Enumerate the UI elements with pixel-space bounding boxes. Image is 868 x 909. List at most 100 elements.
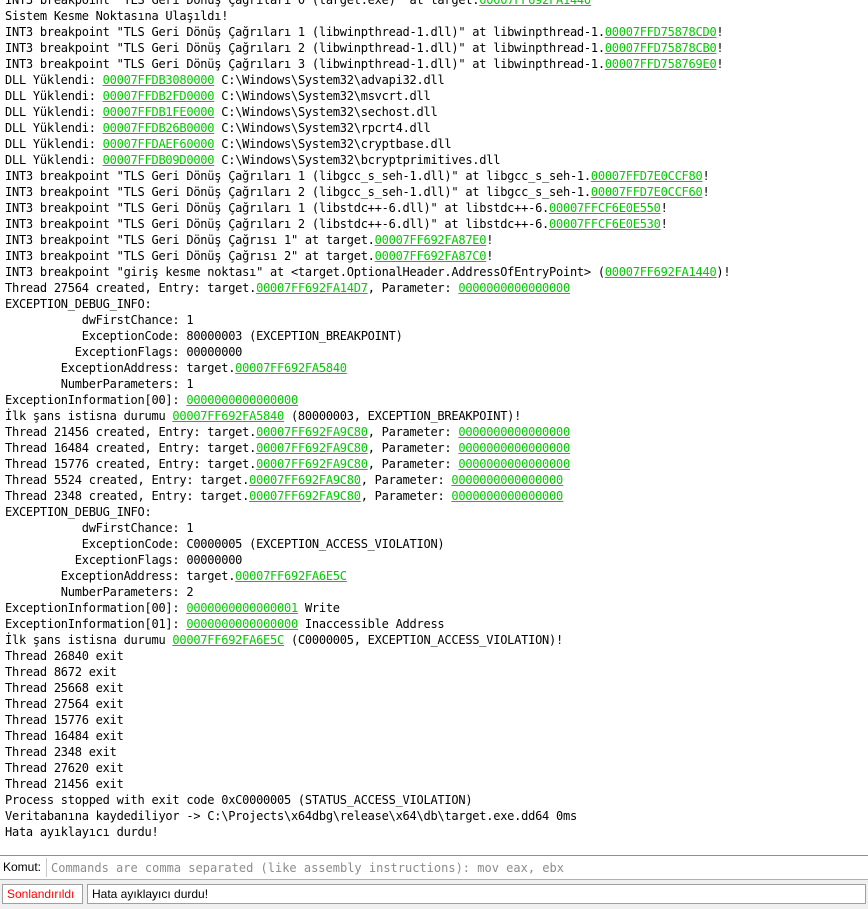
- log-line: DLL Yüklendi: 00007FFDB26B0000 C:\Window…: [0, 120, 868, 136]
- log-line: Process stopped with exit code 0xC000000…: [0, 792, 868, 808]
- log-text: !: [702, 185, 710, 199]
- log-text: ExceptionAddress: target.: [5, 361, 236, 375]
- log-text: , Parameter:: [360, 473, 452, 487]
- log-line: Thread 2348 created, Entry: target.00007…: [0, 488, 868, 504]
- address-link[interactable]: 00007FFD7E0CCF80: [591, 169, 703, 183]
- log-text: Thread 25668 exit: [5, 681, 124, 695]
- log-text: )!: [716, 265, 731, 279]
- address-link[interactable]: 0000000000000000: [458, 425, 570, 439]
- log-text: Hata ayıklayıcı durdu!: [5, 825, 159, 839]
- log-text: ExceptionFlags: 00000000: [5, 345, 243, 359]
- address-link[interactable]: 00007FF692FA5840: [235, 361, 347, 375]
- address-link[interactable]: 00007FFDAEF60000: [103, 137, 215, 151]
- log-text: C:\Windows\System32\rpcrt4.dll: [214, 121, 431, 135]
- log-text: INT3 breakpoint "TLS Geri Dönüş Çağrılar…: [5, 57, 605, 71]
- address-link[interactable]: 00007FFCF6E0E530: [549, 217, 661, 231]
- log-line: Thread 27564 created, Entry: target.0000…: [0, 280, 868, 296]
- address-link[interactable]: 00007FF692FA5840: [172, 409, 284, 423]
- log-line: İlk şans istisna durumu 00007FF692FA6E5C…: [0, 632, 868, 648]
- log-text: Thread 15776 created, Entry: target.: [5, 457, 257, 471]
- address-link[interactable]: 00007FFDB26B0000: [103, 121, 215, 135]
- address-link[interactable]: 00007FFD75878CD0: [605, 25, 717, 39]
- address-link[interactable]: 0000000000000000: [186, 393, 298, 407]
- log-line: Thread 21456 created, Entry: target.0000…: [0, 424, 868, 440]
- log-text: !: [716, 25, 724, 39]
- debugger-state-label: Sonlandırıldı: [2, 884, 83, 904]
- address-link[interactable]: 00007FF692FA87E0: [375, 233, 487, 247]
- log-text: !: [660, 201, 668, 215]
- log-text: !: [660, 217, 668, 231]
- log-text: Thread 2348 exit: [5, 745, 117, 759]
- log-text: , Parameter:: [360, 489, 452, 503]
- log-text: C:\Windows\System32\bcryptprimitives.dll: [214, 153, 501, 167]
- address-link[interactable]: 00007FFDB09D0000: [103, 153, 215, 167]
- log-text: ExceptionFlags: 00000000: [5, 553, 243, 567]
- log-text: , Parameter:: [367, 441, 459, 455]
- address-link[interactable]: 00007FF692FA6E5C: [172, 633, 284, 647]
- log-text: !: [716, 41, 724, 55]
- command-input[interactable]: [46, 858, 864, 877]
- log-line: ExceptionAddress: target.00007FF692FA584…: [0, 360, 868, 376]
- log-line: INT3 breakpoint "TLS Geri Dönüş Çağrılar…: [0, 184, 868, 200]
- address-link[interactable]: 00007FFD75878CB0: [605, 41, 717, 55]
- address-link[interactable]: 0000000000000000: [458, 441, 570, 455]
- status-message: Hata ayıklayıcı durdu!: [87, 884, 866, 904]
- log-text: DLL Yüklendi:: [5, 73, 103, 87]
- address-link[interactable]: 0000000000000000: [458, 457, 570, 471]
- log-text: INT3 breakpoint "TLS Geri Dönüş Çağrılar…: [5, 41, 605, 55]
- address-link[interactable]: 00007FF692FA9C80: [249, 473, 361, 487]
- address-link[interactable]: 00007FF692FA9C80: [249, 489, 361, 503]
- log-text: Write: [297, 601, 340, 615]
- log-text: ExceptionCode: C0000005 (EXCEPTION_ACCES…: [5, 537, 445, 551]
- status-bar: Sonlandırıldı Hata ayıklayıcı durdu!: [0, 880, 868, 909]
- address-link[interactable]: 00007FF692FA9C80: [256, 425, 368, 439]
- address-link[interactable]: 00007FF692FA87C0: [375, 249, 487, 263]
- log-text: ExceptionInformation[00]:: [5, 393, 187, 407]
- address-link[interactable]: 00007FF692FA9C80: [256, 457, 368, 471]
- log-line: ExceptionCode: 80000003 (EXCEPTION_BREAK…: [0, 328, 868, 344]
- log-text: İlk şans istisna durumu: [5, 633, 173, 647]
- log-line: Thread 27620 exit: [0, 760, 868, 776]
- address-link[interactable]: 00007FFCF6E0E550: [549, 201, 661, 215]
- log-text: Thread 21456 created, Entry: target.: [5, 425, 257, 439]
- command-bar: Komut:: [0, 855, 868, 880]
- log-text: INT3 breakpoint "TLS Geri Dönüş Çağrılar…: [5, 169, 591, 183]
- log-line: NumberParameters: 1: [0, 376, 868, 392]
- log-text: Thread 27564 exit: [5, 697, 124, 711]
- log-line: INT3 breakpoint "giriş kesme noktası" at…: [0, 264, 868, 280]
- log-text: INT3 breakpoint "TLS Geri Dönüş Çağrılar…: [5, 201, 550, 215]
- address-link[interactable]: 00007FFD758769E0: [605, 57, 717, 71]
- log-output[interactable]: INT3 breakpoint "TLS Geri Dönüş Çağrılar…: [0, 0, 868, 850]
- address-link[interactable]: 00007FF692FA1440: [479, 0, 591, 7]
- address-link[interactable]: 00007FF692FA6E5C: [235, 569, 347, 583]
- log-line: Thread 2348 exit: [0, 744, 868, 760]
- log-line: INT3 breakpoint "TLS Geri Dönüş Çağrısı …: [0, 248, 868, 264]
- address-link[interactable]: 0000000000000000: [451, 489, 563, 503]
- log-line: ExceptionInformation[01]: 00000000000000…: [0, 616, 868, 632]
- log-text: (C0000005, EXCEPTION_ACCESS_VIOLATION)!: [283, 633, 563, 647]
- address-link[interactable]: 00007FF692FA14D7: [256, 281, 368, 295]
- address-link[interactable]: 00007FFDB1FE0000: [103, 105, 215, 119]
- log-text: , Parameter:: [367, 425, 459, 439]
- log-text: Thread 16484 exit: [5, 729, 124, 743]
- address-link[interactable]: 0000000000000001: [186, 601, 298, 615]
- log-line: DLL Yüklendi: 00007FFDB3080000 C:\Window…: [0, 72, 868, 88]
- address-link[interactable]: 00007FFDB3080000: [103, 73, 215, 87]
- address-link[interactable]: 0000000000000000: [458, 281, 570, 295]
- log-text: DLL Yüklendi:: [5, 153, 103, 167]
- log-line: Thread 26840 exit: [0, 648, 868, 664]
- address-link[interactable]: 00007FF692FA9C80: [256, 441, 368, 455]
- address-link[interactable]: 00007FFD7E0CCF60: [591, 185, 703, 199]
- address-link[interactable]: 00007FF692FA1440: [605, 265, 717, 279]
- log-line: DLL Yüklendi: 00007FFDB09D0000 C:\Window…: [0, 152, 868, 168]
- address-link[interactable]: 0000000000000000: [186, 617, 298, 631]
- log-text: Sistem Kesme Noktasına Ulaşıldı!: [5, 9, 229, 23]
- log-line: ExceptionInformation[00]: 00000000000000…: [0, 392, 868, 408]
- log-text: !: [486, 249, 494, 263]
- log-text: NumberParameters: 1: [5, 377, 194, 391]
- address-link[interactable]: 00007FFDB2FD0000: [103, 89, 215, 103]
- log-line: Thread 15776 created, Entry: target.0000…: [0, 456, 868, 472]
- address-link[interactable]: 0000000000000000: [451, 473, 563, 487]
- log-text: Thread 27620 exit: [5, 761, 124, 775]
- log-line: Veritabanına kaydediliyor -> C:\Projects…: [0, 808, 868, 824]
